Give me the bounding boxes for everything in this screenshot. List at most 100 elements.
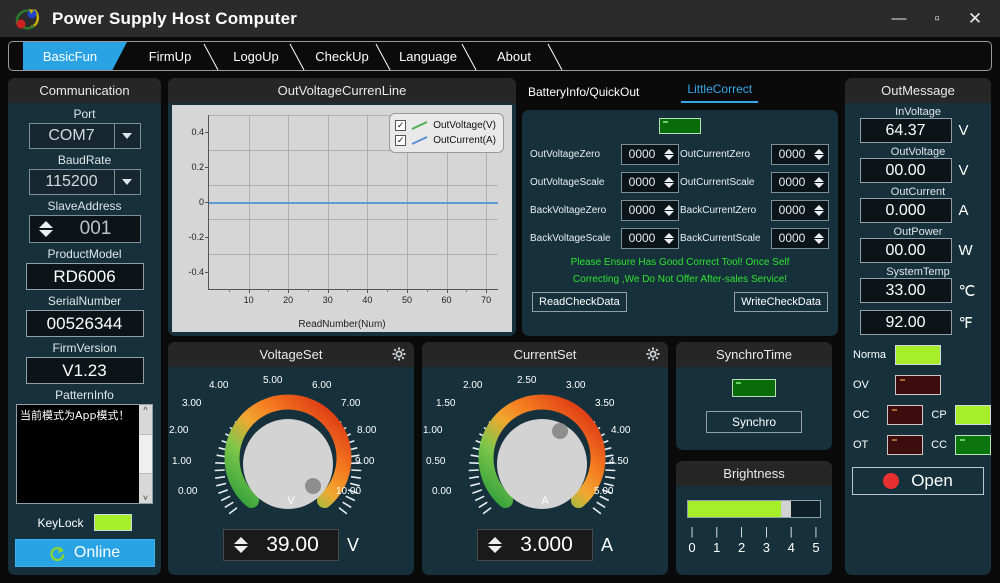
close-button[interactable]: ✕ — [956, 0, 994, 37]
stepper-arrows-icon[interactable] — [662, 176, 676, 188]
textarea-scrollbar[interactable]: ^ ˅ — [139, 405, 152, 503]
correct-warning-line1: Please Ensure Has Good Correct Tool! Onc… — [570, 257, 790, 268]
field-stepper[interactable]: 0000 — [771, 143, 829, 165]
legend-checkbox-icon[interactable]: ✓ — [395, 120, 407, 131]
brightness-label-5: 5 — [812, 540, 820, 555]
y-tick-label: -0.2 — [188, 231, 204, 242]
stepper-arrows-icon[interactable] — [662, 204, 676, 216]
cc-indicator[interactable] — [955, 435, 991, 455]
current-scale-3: 1.50 — [436, 398, 456, 409]
brightness-slider-knob[interactable] — [781, 501, 792, 517]
correct-fields: OutVoltageZero 0000 OutCurrentZero 0000 — [522, 140, 838, 252]
tab-basicfun[interactable]: BasicFun — [23, 42, 127, 70]
current-scale-6: 3.00 — [566, 380, 586, 391]
voltage-gauge[interactable]: V 0.00 1.00 2.00 3.00 4.00 5.00 6.00 7.0… — [168, 367, 414, 527]
chart-panel: OutVoltageCurrenLine 0.4 0.2 0 -0.2 -0.4… — [168, 78, 516, 336]
port-value: COM7 — [48, 127, 95, 144]
status-row-ot-cc: OT CC — [845, 435, 991, 455]
chevron-down-icon[interactable] — [113, 124, 140, 148]
gear-icon[interactable] — [646, 347, 660, 361]
correct-warning-line2: Correcting ,We Do Not Offer After-sales … — [572, 274, 788, 285]
stepper-arrows-icon[interactable] — [812, 204, 826, 216]
gear-icon[interactable] — [392, 347, 406, 361]
page-title: Power Supply Host Computer — [52, 8, 298, 28]
cp-indicator[interactable] — [954, 405, 991, 425]
subtab-littlecorrect[interactable]: LittleCorrect — [681, 82, 759, 103]
scroll-up-icon[interactable]: ^ — [143, 405, 147, 415]
field-label: OutVoltageScale — [530, 176, 605, 188]
field-stepper[interactable]: 0000 — [771, 171, 829, 193]
legend-checkbox-icon[interactable]: ✓ — [395, 135, 407, 146]
outpower-value: 00.00 — [859, 238, 952, 263]
scroll-thumb[interactable] — [139, 434, 152, 474]
current-value-stepper[interactable]: 3.000 — [476, 529, 593, 561]
stepper-arrows-icon[interactable] — [812, 176, 826, 188]
maximize-button[interactable]: ▫ — [918, 0, 956, 37]
brightness-slider[interactable] — [687, 500, 821, 518]
correct-status-row — [522, 118, 838, 134]
baudrate-select[interactable]: 115200 — [28, 169, 141, 195]
field-stepper[interactable]: 0000 — [771, 227, 829, 249]
brightness-slider-fill — [688, 501, 784, 517]
firmversion-value: V1.23 — [25, 357, 144, 384]
tab-firmup[interactable]: FirmUp — [127, 42, 219, 70]
stepper-arrows-icon[interactable] — [662, 232, 676, 244]
field-stepper[interactable]: 0000 — [621, 171, 679, 193]
chart-legend[interactable]: ✓ OutVoltage(V) ✓ OutCurrent(A) — [389, 113, 504, 153]
patterninfo-label: PatternInfo — [55, 388, 114, 402]
field-stepper[interactable]: 0000 — [621, 199, 679, 221]
chart-plot-area[interactable]: 0.4 0.2 0 -0.2 -0.4 10 20 30 40 50 60 70… — [172, 105, 512, 332]
norma-indicator[interactable] — [895, 345, 941, 365]
synchrotime-title: SynchroTime — [676, 342, 832, 367]
field-label: BackVoltageScale — [530, 232, 611, 244]
outpower-unit: W — [958, 242, 973, 259]
stepper-arrows-icon[interactable] — [812, 148, 826, 160]
communication-panel: Communication Port COM7 BaudRate 115200 … — [8, 78, 161, 575]
online-button[interactable]: Online — [14, 539, 155, 567]
tab-checkup[interactable]: CheckUp — [299, 42, 391, 70]
field-stepper[interactable]: 0000 — [771, 199, 829, 221]
subtab-batteryinfo-quickout[interactable]: BatteryInfo/QuickOut — [522, 85, 645, 99]
read-check-data-button[interactable]: ReadCheckData — [532, 292, 627, 312]
ov-indicator[interactable] — [895, 375, 941, 395]
tab-label: About — [497, 48, 531, 64]
systemtemp-celsius-unit: ℃ — [958, 282, 976, 300]
port-select[interactable]: COM7 — [28, 123, 141, 149]
stepper-arrows-icon[interactable] — [34, 221, 58, 237]
outpower-row: 00.00 W — [845, 238, 991, 263]
tab-logoup[interactable]: LogoUp — [213, 42, 305, 70]
voltage-value-stepper[interactable]: 39.00 — [222, 529, 339, 561]
stepper-arrows-icon[interactable] — [229, 537, 253, 553]
oc-indicator[interactable] — [887, 405, 924, 425]
stepper-arrows-icon[interactable] — [662, 148, 676, 160]
minimize-button[interactable]: — — [880, 0, 918, 37]
synchro-status-indicator[interactable] — [732, 379, 776, 397]
scroll-down-icon[interactable]: ˅ — [143, 493, 148, 503]
outpower-label: OutPower — [893, 226, 943, 238]
correct-status-indicator[interactable] — [659, 118, 701, 134]
tab-label: LogoUp — [233, 48, 279, 64]
tab-about[interactable]: About — [471, 42, 563, 70]
open-button[interactable]: Open — [852, 467, 984, 495]
involtage-label: InVoltage — [895, 106, 941, 118]
write-check-data-button[interactable]: WriteCheckData — [734, 292, 828, 312]
legend-item-outvoltage[interactable]: ✓ OutVoltage(V) — [395, 118, 496, 133]
ot-indicator[interactable] — [887, 435, 924, 455]
stepper-arrows-icon[interactable] — [812, 232, 826, 244]
field-stepper[interactable]: 0000 — [621, 143, 679, 165]
field-stepper[interactable]: 0000 — [621, 227, 679, 249]
serialnumber-value: 00526344 — [25, 310, 144, 337]
tab-language[interactable]: Language — [385, 42, 477, 70]
patterninfo-textarea[interactable]: 当前模式为App模式！ ^ ˅ — [16, 404, 153, 504]
legend-item-outcurrent[interactable]: ✓ OutCurrent(A) — [395, 133, 496, 148]
x-tick-label: 70 — [481, 295, 492, 305]
online-label: Online — [73, 544, 121, 561]
synchro-button[interactable]: Synchro — [706, 411, 802, 433]
keylock-indicator[interactable] — [93, 514, 132, 531]
chevron-down-icon[interactable] — [113, 170, 140, 194]
current-gauge[interactable]: A 0.00 0.50 1.00 1.50 2.00 2.50 3.00 3.5… — [422, 367, 668, 527]
stepper-arrows-icon[interactable] — [483, 537, 507, 553]
title-bar: Power Supply Host Computer — ▫ ✕ — [0, 0, 1000, 37]
x-axis-title: ReadNumber(Num) — [298, 319, 386, 330]
slaveaddress-stepper[interactable]: 001 — [28, 215, 141, 243]
